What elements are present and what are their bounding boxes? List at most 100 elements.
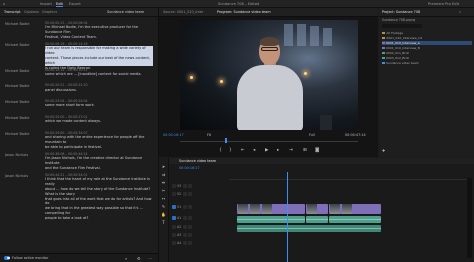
audio-clip[interactable] bbox=[306, 216, 328, 223]
lock-icon[interactable] bbox=[183, 225, 188, 229]
step-back-icon[interactable]: ◂ bbox=[253, 148, 255, 153]
play-icon[interactable]: ▶ bbox=[265, 148, 268, 153]
fit-select[interactable]: Fit bbox=[207, 133, 211, 137]
mute-icon[interactable] bbox=[188, 216, 193, 220]
transcript-entry[interactable]: Michael Bodie 00:00:15:12 – 00:00:20:11 so… bbox=[0, 67, 158, 81]
mute-icon[interactable] bbox=[188, 233, 193, 237]
track-select-icon[interactable]: ⇉ bbox=[161, 172, 166, 177]
project-item[interactable]: 0002_011_Broll bbox=[382, 51, 472, 55]
tab-import[interactable]: Import bbox=[40, 2, 52, 6]
video-frame[interactable] bbox=[180, 20, 358, 130]
quality-select[interactable]: Full bbox=[309, 133, 315, 137]
track-header[interactable]: V2 bbox=[172, 192, 228, 199]
project-item[interactable]: All Footage bbox=[382, 31, 472, 35]
lock-icon[interactable] bbox=[183, 216, 188, 220]
monitor-scrub-bar[interactable] bbox=[180, 141, 358, 142]
entry-text[interactable]: some which are ... [inaudible] content f… bbox=[45, 72, 153, 77]
tab-source[interactable]: Source: 0001_010_Inter bbox=[163, 10, 203, 14]
step-forward-icon[interactable]: ▸ bbox=[277, 148, 279, 153]
source-patch-icon[interactable] bbox=[172, 241, 176, 245]
go-to-in-icon[interactable]: ⇤ bbox=[241, 148, 245, 153]
source-patch-icon[interactable] bbox=[172, 205, 176, 209]
source-patch-icon[interactable] bbox=[172, 225, 176, 229]
audio-clip[interactable] bbox=[237, 216, 305, 223]
track-header[interactable]: A2 bbox=[172, 225, 228, 232]
timeline-ruler[interactable] bbox=[229, 173, 469, 180]
hand-icon[interactable]: ✋ bbox=[161, 212, 166, 217]
mute-icon[interactable] bbox=[188, 241, 193, 245]
lock-icon[interactable] bbox=[183, 241, 188, 245]
project-item[interactable]: 0003_012_Broll bbox=[382, 56, 472, 60]
ripple-edit-icon[interactable]: ⇹ bbox=[161, 180, 166, 185]
entry-text[interactable]: panel discussions. bbox=[45, 88, 153, 93]
tab-export[interactable]: Export bbox=[69, 2, 81, 6]
speaker-name[interactable]: Michael Bodie bbox=[5, 43, 29, 47]
project-search-input[interactable] bbox=[382, 24, 422, 28]
eye-icon[interactable] bbox=[188, 205, 193, 209]
entry-text[interactable]: some more short form work. bbox=[45, 103, 153, 108]
track-header[interactable]: V1 bbox=[172, 205, 228, 212]
speaker-name[interactable]: Michael Bodie bbox=[5, 132, 29, 136]
tab-transcript[interactable]: Transcript bbox=[4, 10, 21, 14]
tab-graphics[interactable]: Graphics bbox=[42, 10, 57, 14]
entry-text[interactable]: and sharing with the entire experience f… bbox=[45, 135, 153, 150]
transcript-entry[interactable]: Michael Bodie 00:00:29:00 – 00:00:34:07 an… bbox=[0, 130, 158, 149]
tab-sequence[interactable]: Sundance video team bbox=[179, 159, 216, 163]
transcript-entry[interactable]: Michael Bodie 00:00:00:13 – 00:00:06:04 I'… bbox=[0, 20, 158, 39]
audio-clip[interactable] bbox=[329, 216, 381, 223]
track-header[interactable]: A3 bbox=[172, 233, 228, 240]
mute-icon[interactable] bbox=[188, 225, 193, 229]
entry-text[interactable]: I'm Michael Bodie, I'm the executive pro… bbox=[45, 25, 153, 40]
speaker-name[interactable]: Michael Bodie bbox=[5, 69, 29, 73]
transcript-entry[interactable]: Michael Bodie 00:00:23:04 – 00:00:24:04 so… bbox=[0, 98, 158, 112]
home-icon[interactable]: ⌂ bbox=[3, 2, 5, 6]
tab-edit[interactable]: Edit bbox=[56, 2, 63, 8]
transcript-entry[interactable]: Michael Bodie 00:00:06:16 – 00:00:14:16 I … bbox=[0, 41, 158, 70]
slip-icon[interactable]: ↔ bbox=[161, 196, 166, 201]
program-timecode[interactable]: 00:00:16:17 bbox=[163, 133, 184, 137]
speaker-name[interactable]: Jason Nichols bbox=[5, 153, 28, 157]
transcript-entry[interactable]: Jason Nichols 00:00:44:21 – 00:00:54:01 I … bbox=[0, 172, 158, 220]
eye-icon[interactable] bbox=[188, 192, 193, 196]
follow-toggle[interactable] bbox=[4, 256, 10, 260]
tab-program[interactable]: Program: Sundance video team bbox=[217, 10, 271, 14]
speaker-name[interactable]: Michael Bodie bbox=[5, 22, 29, 26]
mark-in-icon[interactable]: { bbox=[219, 148, 222, 153]
tab-project[interactable]: Project: Sundance 708 bbox=[382, 10, 420, 14]
source-patch-icon[interactable] bbox=[172, 233, 176, 237]
entry-text[interactable]: which we made content always. bbox=[45, 119, 153, 124]
tab-effect-controls[interactable]: » bbox=[459, 10, 461, 14]
pen-icon[interactable]: ✎ bbox=[161, 204, 166, 209]
workspace-label[interactable]: Premiere Pro Edit bbox=[428, 2, 459, 6]
source-patch-icon[interactable] bbox=[172, 192, 176, 196]
lock-icon[interactable] bbox=[183, 192, 188, 196]
video-clip[interactable] bbox=[329, 204, 381, 214]
timeline-playhead[interactable] bbox=[287, 172, 288, 262]
mark-out-icon[interactable]: } bbox=[229, 148, 232, 153]
eye-icon[interactable] bbox=[188, 184, 193, 188]
entry-text[interactable]: I think that the heart of my role at the… bbox=[45, 177, 153, 221]
entry-text[interactable]: I'm Jason Nichols, I'm the creative dire… bbox=[45, 156, 153, 171]
timeline-timecode[interactable]: 00:00:16:17 bbox=[179, 166, 200, 170]
insert-icon[interactable]: ⊞ bbox=[303, 148, 307, 153]
speaker-name[interactable]: Jason Nichols bbox=[5, 174, 28, 178]
new-item-icon[interactable]: ✚ bbox=[382, 148, 385, 153]
audio-clip[interactable] bbox=[237, 225, 381, 232]
type-icon[interactable]: T bbox=[161, 220, 166, 225]
track-header[interactable]: A1 bbox=[172, 216, 228, 223]
tab-captions[interactable]: Captions bbox=[24, 10, 39, 14]
video-clip[interactable] bbox=[237, 204, 305, 214]
razor-icon[interactable]: ✂ bbox=[161, 188, 166, 193]
lock-icon[interactable] bbox=[183, 184, 188, 188]
speaker-name[interactable]: Michael Bodie bbox=[5, 100, 29, 104]
export-frame-icon[interactable]: ◙ bbox=[315, 148, 319, 153]
track-header[interactable]: V3 bbox=[172, 184, 228, 191]
lock-icon[interactable] bbox=[183, 233, 188, 237]
project-item[interactable]: 0001_010_Interview_C4 bbox=[382, 36, 472, 40]
settings-icon[interactable]: ⚙ bbox=[137, 256, 141, 261]
selection-tool-icon[interactable]: ➤ bbox=[161, 164, 166, 169]
lock-icon[interactable] bbox=[183, 205, 188, 209]
project-item[interactable]: 0001_010_Interview_B bbox=[382, 46, 472, 50]
speaker-name[interactable]: Michael Bodie bbox=[5, 84, 29, 88]
source-patch-icon[interactable] bbox=[172, 184, 176, 188]
